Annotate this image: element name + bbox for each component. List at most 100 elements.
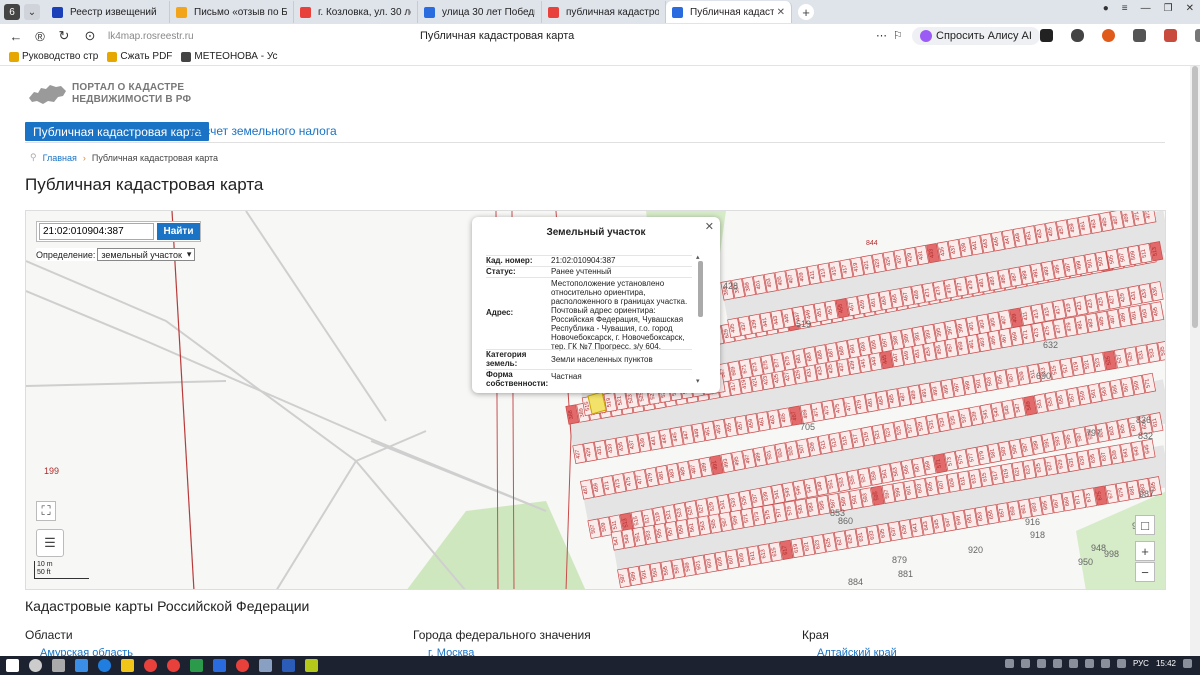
popup-row-value[interactable]: 21:02:010904:387 [551, 256, 694, 265]
scroll-up-icon[interactable]: ▴ [696, 253, 700, 261]
bookmark-label: Руководство стр [22, 51, 99, 62]
catalog-link[interactable]: г. Москва [428, 647, 474, 656]
language-indicator[interactable]: РУС [1133, 659, 1149, 668]
close-window-icon[interactable]: ✕ [1186, 3, 1194, 14]
ask-alice-button[interactable]: Спросить Алису AI [912, 27, 1040, 45]
search-icon[interactable] [29, 659, 42, 672]
zoom-in-button[interactable]: + [1135, 541, 1155, 561]
more-icon[interactable]: ⋯ [876, 29, 887, 42]
map-label: 998 [1104, 549, 1119, 559]
definition-select[interactable]: земельный участок ▾ [97, 248, 196, 261]
task-view-icon[interactable] [52, 659, 65, 672]
browser-tab[interactable]: Реестр извещений [46, 1, 170, 23]
url-text[interactable]: lk4map.rosreestr.ru [108, 31, 258, 42]
yandex-home-icon[interactable]: ® [32, 28, 48, 44]
page-scroll-thumb[interactable] [1192, 66, 1198, 328]
browser-tab[interactable]: Письмо «отзыв по Борис [170, 1, 294, 23]
tray-icon[interactable] [1020, 659, 1030, 668]
tray-icon[interactable] [1084, 659, 1094, 668]
map-label: 836 [1136, 415, 1151, 425]
tab-close-icon[interactable]: ✕ [777, 7, 785, 18]
map-scale: 10 m 50 ft [34, 561, 89, 579]
tab-list-chevron-icon[interactable]: ⌄ [24, 4, 40, 20]
scroll-down-icon[interactable]: ▾ [696, 377, 700, 385]
popup-row-value: Местоположение установлено относительно … [551, 279, 688, 351]
catalog-link[interactable]: Амурская область [40, 647, 133, 656]
puzzle-icon[interactable] [1133, 29, 1146, 42]
app-icon[interactable] [213, 659, 226, 672]
page-scrollbar[interactable] [1190, 66, 1200, 656]
popup-row-key: Статус: [486, 267, 516, 276]
zoom-out-button[interactable]: − [1135, 562, 1155, 582]
notifications-icon[interactable] [1183, 659, 1192, 668]
breadcrumb-home[interactable]: Главная [43, 153, 77, 163]
browser-profile-icon[interactable]: 6 [4, 4, 20, 20]
wifi-icon[interactable] [1100, 659, 1110, 668]
notification-icon[interactable] [1164, 29, 1177, 42]
windows-start-icon[interactable] [6, 659, 19, 672]
reload-icon[interactable]: ↻ [56, 28, 72, 44]
back-icon[interactable]: ← [8, 28, 24, 44]
site-info-icon[interactable]: ⊙ [82, 28, 98, 44]
download-icon[interactable] [1195, 29, 1200, 42]
file-explorer-icon[interactable] [75, 659, 88, 672]
app-icon[interactable] [305, 659, 318, 672]
volume-icon[interactable] [1116, 659, 1126, 668]
minimize-icon[interactable]: — [1141, 3, 1151, 14]
tray-icon[interactable] [1036, 659, 1046, 668]
new-tab-button[interactable]: + [798, 4, 814, 20]
bookmark-item[interactable]: Сжать PDF [107, 51, 172, 62]
layers-button[interactable]: ☰ [36, 529, 64, 557]
bookmark-icon [107, 51, 118, 62]
popup-row-key: Адрес: [486, 308, 514, 317]
nav-cadastral-map[interactable]: Публичная кадастровая карта [25, 122, 210, 141]
tray-icon[interactable] [1052, 659, 1062, 668]
map-label: 428 [723, 281, 738, 291]
ublock-icon[interactable] [1102, 29, 1115, 42]
fullscreen-button[interactable]: □ [1135, 515, 1155, 535]
tray-icon[interactable] [1068, 659, 1078, 668]
browser-tab[interactable]: Публичная кадастрова✕ [666, 1, 792, 23]
edge-icon[interactable] [98, 659, 111, 672]
measure-tool-button[interactable]: ⛶ [36, 501, 56, 521]
maximize-icon[interactable]: ❐ [1164, 3, 1173, 14]
popup-close-icon[interactable]: ✕ [705, 220, 714, 233]
map-label: 705 [800, 422, 815, 432]
yandex-browser-active-icon[interactable] [236, 659, 249, 672]
scale-feet: 50 ft [37, 569, 51, 576]
popup-row: Статус: Ранее учтенный [486, 266, 692, 277]
bookmark-item[interactable]: МЕТЕОНОВА - Ус [181, 51, 278, 62]
clock[interactable]: 15:42 [1156, 659, 1176, 668]
tray-icon[interactable] [1004, 659, 1014, 668]
definition-row: Определение: земельный участок ▾ [36, 248, 196, 261]
windows-taskbar: РУС 15:42 [0, 656, 1200, 675]
portal-logo[interactable]: ПОРТАЛ О КАДАСТРЕ НЕДВИЖИМОСТИ В РФ [28, 82, 191, 106]
browser-tab[interactable]: г. Козловка, ул. 30 лет По [294, 1, 418, 23]
find-button[interactable]: Найти [157, 223, 200, 240]
word-icon[interactable] [282, 659, 295, 672]
browser-tab[interactable]: публичная кадастровая [542, 1, 666, 23]
yandex-icon[interactable] [167, 659, 180, 672]
folder-icon[interactable] [121, 659, 134, 672]
cadastral-map[interactable]: 3883893913933953973994014034054074094114… [25, 210, 1166, 590]
map-label: 797 [1086, 428, 1101, 438]
hat-icon[interactable] [1071, 29, 1084, 42]
chrome-icon[interactable] [144, 659, 157, 672]
extension-icon[interactable] [1040, 29, 1053, 42]
popup-row-value: Частная [551, 372, 582, 381]
bookmark-item[interactable]: Руководство стр [9, 51, 98, 62]
map-label: 916 [1025, 517, 1040, 527]
popup-scroll-thumb[interactable] [698, 261, 703, 317]
popup-row-key: Категория земель: [486, 350, 527, 368]
excel-icon[interactable] [190, 659, 203, 672]
nav-land-tax[interactable]: Расчет земельного налога [190, 124, 337, 138]
map-label: 879 [892, 555, 907, 565]
bookmarks-icon[interactable]: ≡ [1122, 3, 1128, 14]
catalog-link[interactable]: Алтайский край [817, 647, 897, 656]
cadastral-number-input[interactable] [39, 223, 154, 240]
popup-scrollbar[interactable] [698, 255, 703, 379]
browser-tab[interactable]: улица 30 лет Победы 42 [418, 1, 542, 23]
bookmark-page-icon[interactable]: ⚐ [893, 29, 903, 42]
profile-avatar-icon[interactable]: ● [1103, 3, 1109, 14]
printer-icon[interactable] [259, 659, 272, 672]
